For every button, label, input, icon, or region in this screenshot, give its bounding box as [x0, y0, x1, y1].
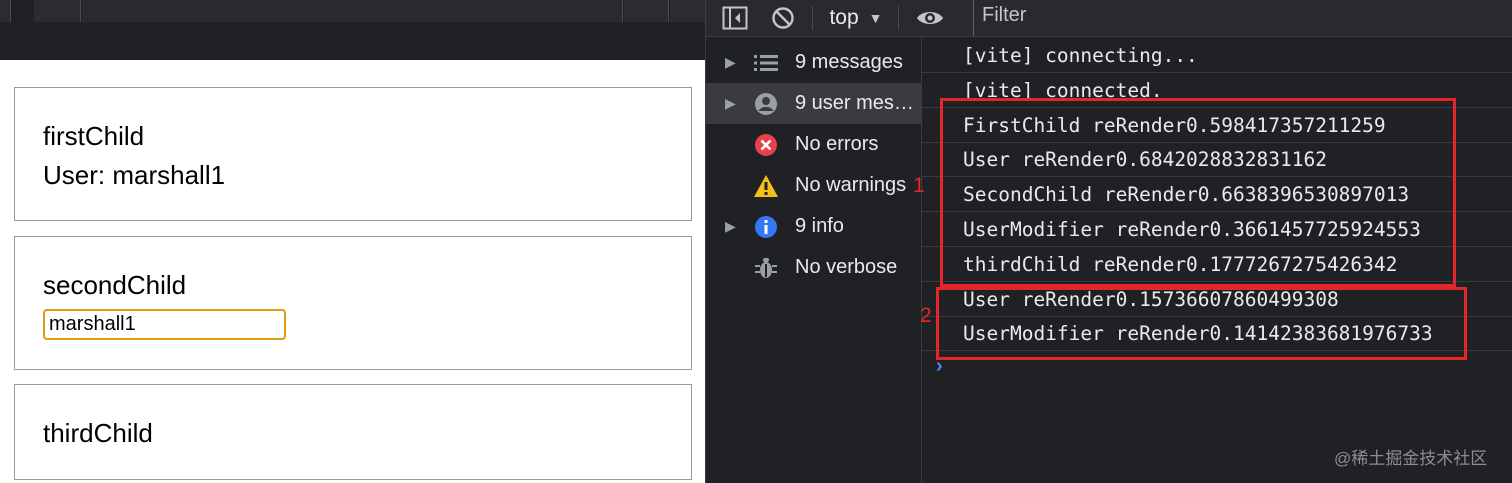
live-expression-button[interactable]: [913, 0, 947, 36]
sidebar-toggle-button[interactable]: [720, 0, 750, 36]
user-icon: [753, 91, 779, 117]
third-child-title: thirdChild: [43, 418, 153, 448]
list-icon: [753, 50, 779, 76]
second-child-card: secondChild: [14, 236, 692, 370]
sidebar-item-warnings[interactable]: No warnings: [706, 165, 921, 206]
second-child-title: secondChild: [43, 270, 187, 300]
third-child-card: thirdChild: [14, 384, 692, 480]
eye-icon: [917, 12, 943, 24]
watermark: @稀土掘金技术社区: [1334, 449, 1488, 468]
toolbar-divider: [898, 6, 899, 30]
sidebar-item-errors[interactable]: No errors: [706, 124, 921, 165]
context-selector[interactable]: top ▼: [826, 0, 886, 36]
top-bar-cell: [624, 0, 669, 22]
clear-console-button[interactable]: [768, 0, 798, 36]
sidebar-item-label: No verbose: [795, 256, 898, 278]
chevron-down-icon: ▼: [868, 10, 883, 26]
clear-console-icon: [772, 7, 794, 29]
annotation-box-2: [936, 287, 1467, 360]
annotation-label-1: 1: [913, 174, 925, 197]
annotation-label-2: 2: [920, 304, 932, 327]
expand-arrow-icon: ▶: [725, 218, 736, 234]
sidebar-item-label: No errors: [795, 133, 879, 155]
top-bar-cell: [0, 0, 11, 22]
filter-placeholder: Filter: [982, 4, 1027, 26]
username-input[interactable]: [43, 309, 286, 340]
console-sidebar: ▶ 9 messages ▶ 9 user mes… No errors No …: [706, 37, 922, 483]
annotation-box-1: [940, 98, 1456, 287]
sidebar-item-label: 9 messages: [795, 51, 903, 73]
log-entry: [vite] connecting...: [922, 39, 1512, 73]
expand-arrow-icon: ▶: [725, 95, 736, 111]
devtools-console: top ▼ Filter ▶ 9 messages ▶ 9 user mes…: [705, 0, 1512, 483]
top-bar-cell: [34, 0, 81, 22]
warning-icon: [753, 173, 779, 199]
filter-input[interactable]: Filter: [973, 0, 1512, 36]
error-icon: [753, 132, 779, 158]
sidebar-item-user-messages[interactable]: ▶ 9 user mes…: [706, 83, 921, 124]
user-display: User: marshall1: [43, 160, 226, 190]
expand-arrow-icon: ▶: [725, 54, 736, 70]
console-toolbar: top ▼ Filter: [706, 0, 1512, 37]
info-icon: [753, 214, 779, 240]
app-top-bar: [0, 0, 705, 60]
first-child-card: firstChild User: marshall1: [14, 87, 692, 221]
sidebar-item-verbose[interactable]: No verbose: [706, 247, 921, 288]
top-bar-cell: [82, 0, 623, 22]
bug-icon: [753, 255, 779, 281]
sidebar-item-messages[interactable]: ▶ 9 messages: [706, 42, 921, 83]
toolbar-divider: [812, 6, 813, 30]
sidebar-item-label: 9 info: [795, 215, 844, 237]
sidebar-item-label: 9 user mes…: [795, 92, 914, 114]
context-label: top: [829, 6, 859, 29]
app-preview: firstChild User: marshall1 secondChild t…: [0, 0, 705, 483]
sidebar-item-info[interactable]: ▶ 9 info: [706, 206, 921, 247]
top-bar-cell: [670, 0, 705, 22]
sidebar-toggle-icon: [722, 6, 748, 30]
sidebar-item-label: No warnings: [795, 174, 907, 196]
first-child-title: firstChild: [43, 121, 145, 151]
